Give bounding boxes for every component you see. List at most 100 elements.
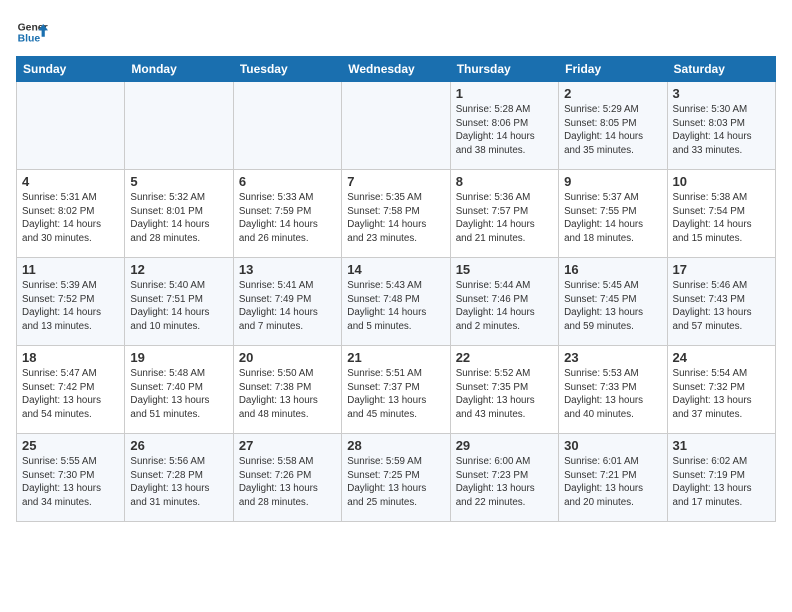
day-number: 8 (456, 174, 553, 189)
day-info: Sunrise: 5:46 AM Sunset: 7:43 PM Dayligh… (673, 279, 770, 334)
calendar-cell: 29 Sunrise: 6:00 AM Sunset: 7:23 PM Dayli… (450, 434, 558, 522)
weekday-header-thursday: Thursday (450, 57, 558, 82)
logo: General Blue (16, 16, 52, 48)
day-number: 15 (456, 262, 553, 277)
calendar-cell: 21 Sunrise: 5:51 AM Sunset: 7:37 PM Dayli… (342, 346, 450, 434)
day-info: Sunrise: 6:01 AM Sunset: 7:21 PM Dayligh… (564, 455, 661, 510)
day-info: Sunrise: 5:51 AM Sunset: 7:37 PM Dayligh… (347, 367, 444, 422)
calendar-cell: 14 Sunrise: 5:43 AM Sunset: 7:48 PM Dayli… (342, 258, 450, 346)
calendar-cell: 30Sunrise: 6:01 AM Sunset: 7:21 PM Dayli… (559, 434, 667, 522)
calendar-cell: 16 Sunrise: 5:45 AM Sunset: 7:45 PM Dayli… (559, 258, 667, 346)
calendar-cell: 26Sunrise: 5:56 AM Sunset: 7:28 PM Dayli… (125, 434, 233, 522)
calendar-cell: 10 Sunrise: 5:38 AM Sunset: 7:54 PM Dayli… (667, 170, 775, 258)
day-info: Sunrise: 5:40 AM Sunset: 7:51 PM Dayligh… (130, 279, 227, 334)
calendar-cell: 24 Sunrise: 5:54 AM Sunset: 7:32 PM Dayli… (667, 346, 775, 434)
day-info: Sunrise: 6:00 AM Sunset: 7:23 PM Dayligh… (456, 455, 553, 510)
calendar-cell: 15 Sunrise: 5:44 AM Sunset: 7:46 PM Dayli… (450, 258, 558, 346)
day-number: 29 (456, 438, 553, 453)
day-info: Sunrise: 5:39 AM Sunset: 7:52 PM Dayligh… (22, 279, 119, 334)
day-number: 14 (347, 262, 444, 277)
calendar-cell: 7 Sunrise: 5:35 AM Sunset: 7:58 PM Daylig… (342, 170, 450, 258)
day-number: 18 (22, 350, 119, 365)
weekday-header-wednesday: Wednesday (342, 57, 450, 82)
weekday-header-row: SundayMondayTuesdayWednesdayThursdayFrid… (17, 57, 776, 82)
calendar-week-3: 11 Sunrise: 5:39 AM Sunset: 7:52 PM Dayli… (17, 258, 776, 346)
svg-text:Blue: Blue (18, 34, 41, 45)
day-info: Sunrise: 5:52 AM Sunset: 7:35 PM Dayligh… (456, 367, 553, 422)
weekday-header-saturday: Saturday (667, 57, 775, 82)
day-info: Sunrise: 5:32 AM Sunset: 8:01 PM Dayligh… (130, 191, 227, 246)
calendar-week-5: 25 Sunrise: 5:55 AM Sunset: 7:30 PM Dayli… (17, 434, 776, 522)
day-number: 27 (239, 438, 336, 453)
day-info: Sunrise: 5:33 AM Sunset: 7:59 PM Dayligh… (239, 191, 336, 246)
day-number: 16 (564, 262, 661, 277)
calendar-cell: 11 Sunrise: 5:39 AM Sunset: 7:52 PM Dayli… (17, 258, 125, 346)
day-number: 21 (347, 350, 444, 365)
day-number: 3 (673, 86, 770, 101)
day-info: Sunrise: 5:35 AM Sunset: 7:58 PM Dayligh… (347, 191, 444, 246)
weekday-header-friday: Friday (559, 57, 667, 82)
calendar-cell: 9 Sunrise: 5:37 AM Sunset: 7:55 PM Daylig… (559, 170, 667, 258)
weekday-header-monday: Monday (125, 57, 233, 82)
logo-icon: General Blue (16, 16, 48, 48)
day-info: Sunrise: 5:59 AM Sunset: 7:25 PM Dayligh… (347, 455, 444, 510)
day-number: 5 (130, 174, 227, 189)
calendar-cell: 20Sunrise: 5:50 AM Sunset: 7:38 PM Dayli… (233, 346, 341, 434)
calendar-cell: 19Sunrise: 5:48 AM Sunset: 7:40 PM Dayli… (125, 346, 233, 434)
calendar-cell: 25 Sunrise: 5:55 AM Sunset: 7:30 PM Dayli… (17, 434, 125, 522)
calendar-cell (125, 82, 233, 170)
calendar-week-2: 4 Sunrise: 5:31 AM Sunset: 8:02 PM Daylig… (17, 170, 776, 258)
day-info: Sunrise: 5:56 AM Sunset: 7:28 PM Dayligh… (130, 455, 227, 510)
day-info: Sunrise: 6:02 AM Sunset: 7:19 PM Dayligh… (673, 455, 770, 510)
calendar-week-1: 1 Sunrise: 5:28 AM Sunset: 8:06 PM Daylig… (17, 82, 776, 170)
day-info: Sunrise: 5:58 AM Sunset: 7:26 PM Dayligh… (239, 455, 336, 510)
day-number: 24 (673, 350, 770, 365)
day-number: 1 (456, 86, 553, 101)
day-info: Sunrise: 5:47 AM Sunset: 7:42 PM Dayligh… (22, 367, 119, 422)
day-info: Sunrise: 5:30 AM Sunset: 8:03 PM Dayligh… (673, 103, 770, 158)
day-number: 9 (564, 174, 661, 189)
calendar-cell: 22 Sunrise: 5:52 AM Sunset: 7:35 PM Dayli… (450, 346, 558, 434)
day-info: Sunrise: 5:31 AM Sunset: 8:02 PM Dayligh… (22, 191, 119, 246)
day-number: 12 (130, 262, 227, 277)
day-info: Sunrise: 5:55 AM Sunset: 7:30 PM Dayligh… (22, 455, 119, 510)
calendar-cell: 1 Sunrise: 5:28 AM Sunset: 8:06 PM Daylig… (450, 82, 558, 170)
day-number: 17 (673, 262, 770, 277)
calendar-week-4: 18 Sunrise: 5:47 AM Sunset: 7:42 PM Dayli… (17, 346, 776, 434)
day-number: 13 (239, 262, 336, 277)
day-number: 28 (347, 438, 444, 453)
day-number: 22 (456, 350, 553, 365)
calendar-cell: 18 Sunrise: 5:47 AM Sunset: 7:42 PM Dayli… (17, 346, 125, 434)
calendar-cell (342, 82, 450, 170)
calendar-cell: 17 Sunrise: 5:46 AM Sunset: 7:43 PM Dayli… (667, 258, 775, 346)
day-number: 20 (239, 350, 336, 365)
day-number: 10 (673, 174, 770, 189)
day-info: Sunrise: 5:29 AM Sunset: 8:05 PM Dayligh… (564, 103, 661, 158)
day-info: Sunrise: 5:43 AM Sunset: 7:48 PM Dayligh… (347, 279, 444, 334)
calendar-cell: 2 Sunrise: 5:29 AM Sunset: 8:05 PM Daylig… (559, 82, 667, 170)
day-number: 4 (22, 174, 119, 189)
day-info: Sunrise: 5:54 AM Sunset: 7:32 PM Dayligh… (673, 367, 770, 422)
day-info: Sunrise: 5:44 AM Sunset: 7:46 PM Dayligh… (456, 279, 553, 334)
day-number: 19 (130, 350, 227, 365)
day-number: 31 (673, 438, 770, 453)
calendar-table: SundayMondayTuesdayWednesdayThursdayFrid… (16, 56, 776, 522)
calendar-cell: 12 Sunrise: 5:40 AM Sunset: 7:51 PM Dayli… (125, 258, 233, 346)
day-number: 23 (564, 350, 661, 365)
weekday-header-sunday: Sunday (17, 57, 125, 82)
calendar-cell: 28 Sunrise: 5:59 AM Sunset: 7:25 PM Dayli… (342, 434, 450, 522)
day-number: 2 (564, 86, 661, 101)
calendar-cell: 3 Sunrise: 5:30 AM Sunset: 8:03 PM Daylig… (667, 82, 775, 170)
day-number: 25 (22, 438, 119, 453)
day-info: Sunrise: 5:36 AM Sunset: 7:57 PM Dayligh… (456, 191, 553, 246)
day-info: Sunrise: 5:53 AM Sunset: 7:33 PM Dayligh… (564, 367, 661, 422)
calendar-cell (233, 82, 341, 170)
day-number: 11 (22, 262, 119, 277)
day-info: Sunrise: 5:37 AM Sunset: 7:55 PM Dayligh… (564, 191, 661, 246)
day-info: Sunrise: 5:41 AM Sunset: 7:49 PM Dayligh… (239, 279, 336, 334)
day-info: Sunrise: 5:28 AM Sunset: 8:06 PM Dayligh… (456, 103, 553, 158)
calendar-cell: 27 Sunrise: 5:58 AM Sunset: 7:26 PM Dayli… (233, 434, 341, 522)
day-info: Sunrise: 5:45 AM Sunset: 7:45 PM Dayligh… (564, 279, 661, 334)
day-number: 7 (347, 174, 444, 189)
day-info: Sunrise: 5:38 AM Sunset: 7:54 PM Dayligh… (673, 191, 770, 246)
